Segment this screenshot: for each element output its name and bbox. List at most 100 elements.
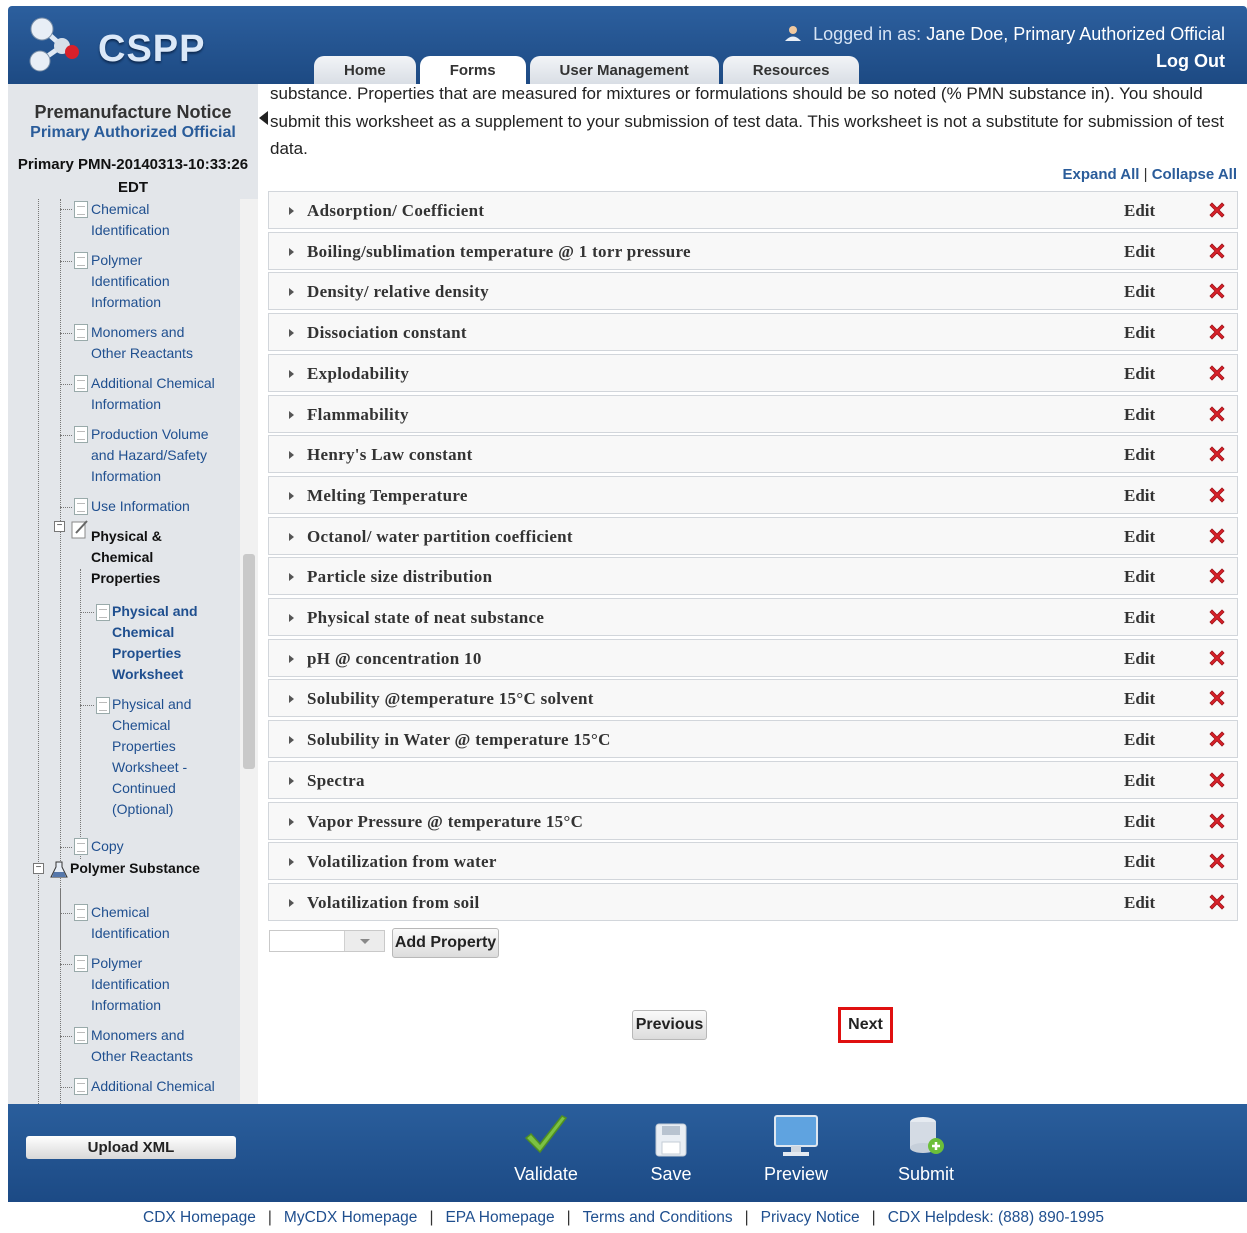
sidebar-item-chemical-identification[interactable]: Chemical Identification xyxy=(91,199,231,241)
scrollbar-thumb[interactable] xyxy=(243,554,255,769)
delete-icon[interactable] xyxy=(1207,648,1227,668)
sidebar-item-copy[interactable]: Copy xyxy=(91,836,211,857)
collapse-node-icon[interactable]: − xyxy=(54,521,65,532)
cdx-homepage-link[interactable]: CDX Homepage xyxy=(143,1209,256,1226)
property-row[interactable]: Melting Temperature Edit xyxy=(268,476,1238,514)
expand-triangle-icon[interactable] xyxy=(289,207,294,215)
delete-icon[interactable] xyxy=(1207,200,1227,220)
edit-link[interactable]: Edit xyxy=(1124,405,1155,425)
expand-triangle-icon[interactable] xyxy=(289,614,294,622)
edit-link[interactable]: Edit xyxy=(1124,608,1155,628)
previous-button[interactable]: Previous xyxy=(632,1010,707,1040)
sidebar-item-pcp-worksheet-continued[interactable]: Physical and Chemical Properties Workshe… xyxy=(112,694,212,820)
expand-triangle-icon[interactable] xyxy=(289,573,294,581)
expand-triangle-icon[interactable] xyxy=(289,411,294,419)
expand-triangle-icon[interactable] xyxy=(289,533,294,541)
edit-link[interactable]: Edit xyxy=(1124,486,1155,506)
next-button[interactable]: Next xyxy=(838,1007,893,1043)
delete-icon[interactable] xyxy=(1207,363,1227,383)
expand-triangle-icon[interactable] xyxy=(289,858,294,866)
property-select[interactable] xyxy=(269,930,385,952)
property-row[interactable]: Spectra Edit xyxy=(268,761,1238,799)
edit-link[interactable]: Edit xyxy=(1124,812,1155,832)
delete-icon[interactable] xyxy=(1207,811,1227,831)
cspp-logo[interactable]: CSPP xyxy=(22,16,212,76)
delete-icon[interactable] xyxy=(1207,485,1227,505)
preview-button[interactable]: Preview xyxy=(746,1114,846,1185)
expand-all-link[interactable]: Expand All xyxy=(1062,166,1139,183)
delete-icon[interactable] xyxy=(1207,851,1227,871)
add-property-button[interactable]: Add Property xyxy=(392,928,499,958)
expand-triangle-icon[interactable] xyxy=(289,777,294,785)
expand-triangle-icon[interactable] xyxy=(289,288,294,296)
sidebar-item-polymer-identification-2[interactable]: Polymer Identification Information xyxy=(91,953,211,1016)
expand-triangle-icon[interactable] xyxy=(289,655,294,663)
delete-icon[interactable] xyxy=(1207,729,1227,749)
dropdown-arrow-icon[interactable] xyxy=(344,931,384,951)
submit-button[interactable]: Submit xyxy=(876,1114,976,1185)
property-row[interactable]: Boiling/sublimation temperature @ 1 torr… xyxy=(268,232,1238,270)
expand-triangle-icon[interactable] xyxy=(289,248,294,256)
sidebar-item-polymer-identification[interactable]: Polymer Identification Information xyxy=(91,250,211,313)
sidebar-item-production-volume[interactable]: Production Volume and Hazard/Safety Info… xyxy=(91,424,231,487)
property-row[interactable]: Density/ relative density Edit xyxy=(268,272,1238,310)
delete-icon[interactable] xyxy=(1207,688,1227,708)
epa-homepage-link[interactable]: EPA Homepage xyxy=(445,1209,554,1226)
expand-triangle-icon[interactable] xyxy=(289,818,294,826)
sidebar-scrollbar[interactable] xyxy=(240,199,258,1104)
mycdx-homepage-link[interactable]: MyCDX Homepage xyxy=(284,1209,418,1226)
property-row[interactable]: Dissociation constant Edit xyxy=(268,313,1238,351)
edit-link[interactable]: Edit xyxy=(1124,527,1155,547)
edit-link[interactable]: Edit xyxy=(1124,445,1155,465)
expand-triangle-icon[interactable] xyxy=(289,370,294,378)
edit-link[interactable]: Edit xyxy=(1124,649,1155,669)
edit-link[interactable]: Edit xyxy=(1124,852,1155,872)
edit-link[interactable]: Edit xyxy=(1124,567,1155,587)
edit-link[interactable]: Edit xyxy=(1124,364,1155,384)
collapse-all-link[interactable]: Collapse All xyxy=(1152,166,1237,183)
terms-link[interactable]: Terms and Conditions xyxy=(583,1209,733,1226)
upload-xml-button[interactable]: Upload XML xyxy=(26,1136,236,1159)
delete-icon[interactable] xyxy=(1207,404,1227,424)
delete-icon[interactable] xyxy=(1207,322,1227,342)
expand-triangle-icon[interactable] xyxy=(289,329,294,337)
collapse-node-icon[interactable]: − xyxy=(33,863,44,874)
privacy-link[interactable]: Privacy Notice xyxy=(761,1209,860,1226)
helpdesk-link[interactable]: CDX Helpdesk: (888) 890-1995 xyxy=(888,1209,1104,1226)
edit-link[interactable]: Edit xyxy=(1124,242,1155,262)
property-row[interactable]: Volatilization from soil Edit xyxy=(268,883,1238,921)
sidebar-item-monomers-2[interactable]: Monomers and Other Reactants xyxy=(91,1025,211,1067)
save-button[interactable]: Save xyxy=(621,1114,721,1185)
property-row[interactable]: Particle size distribution Edit xyxy=(268,557,1238,595)
logout-link[interactable]: Log Out xyxy=(1156,51,1225,72)
property-row[interactable]: Solubility in Water @ temperature 15°C Ed… xyxy=(268,720,1238,758)
delete-icon[interactable] xyxy=(1207,607,1227,627)
delete-icon[interactable] xyxy=(1207,444,1227,464)
expand-triangle-icon[interactable] xyxy=(289,899,294,907)
property-row[interactable]: Solubility @temperature 15°C solvent Edit xyxy=(268,679,1238,717)
delete-icon[interactable] xyxy=(1207,526,1227,546)
delete-icon[interactable] xyxy=(1207,566,1227,586)
sidebar-item-additional-chemical-2[interactable]: Additional Chemical xyxy=(91,1076,231,1097)
edit-link[interactable]: Edit xyxy=(1124,893,1155,913)
edit-link[interactable]: Edit xyxy=(1124,201,1155,221)
edit-link[interactable]: Edit xyxy=(1124,689,1155,709)
expand-triangle-icon[interactable] xyxy=(289,492,294,500)
delete-icon[interactable] xyxy=(1207,281,1227,301)
edit-link[interactable]: Edit xyxy=(1124,730,1155,750)
sidebar-item-monomers[interactable]: Monomers and Other Reactants xyxy=(91,322,211,364)
property-row[interactable]: Adsorption/ Coefficient Edit xyxy=(268,191,1238,229)
sidebar-item-use-information[interactable]: Use Information xyxy=(91,496,231,517)
validate-button[interactable]: Validate xyxy=(496,1114,596,1185)
property-row[interactable]: Henry's Law constant Edit xyxy=(268,435,1238,473)
property-row[interactable]: pH @ concentration 10 Edit xyxy=(268,639,1238,677)
property-row[interactable]: Explodability Edit xyxy=(268,354,1238,392)
property-row[interactable]: Vapor Pressure @ temperature 15°C Edit xyxy=(268,802,1238,840)
delete-icon[interactable] xyxy=(1207,892,1227,912)
property-row[interactable]: Flammability Edit xyxy=(268,395,1238,433)
sidebar-item-additional-chemical-info[interactable]: Additional Chemical Information xyxy=(91,373,231,415)
sidebar-item-pcp-worksheet[interactable]: Physical and Chemical Properties Workshe… xyxy=(112,601,212,685)
expand-triangle-icon[interactable] xyxy=(289,736,294,744)
property-row[interactable]: Octanol/ water partition coefficient Edit xyxy=(268,517,1238,555)
expand-triangle-icon[interactable] xyxy=(289,695,294,703)
